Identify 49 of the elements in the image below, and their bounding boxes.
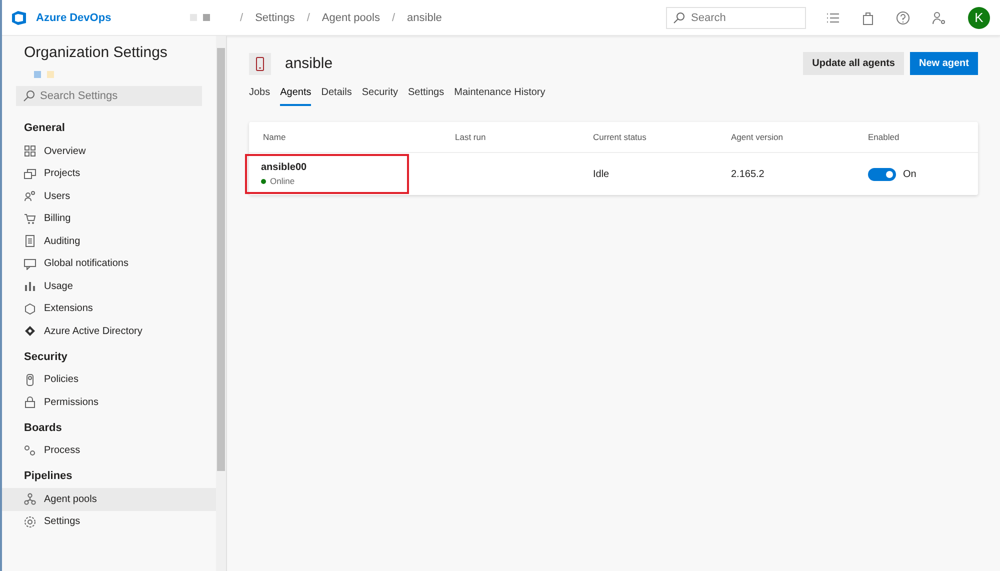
column-header: Current status bbox=[592, 132, 648, 142]
search-field[interactable]: Search Settings bbox=[16, 86, 202, 106]
tab[interactable]: Agents bbox=[280, 81, 312, 106]
agent-row[interactable]: ansible00 Online Idle 2.165.2 On bbox=[249, 152, 978, 195]
column-header: Name bbox=[262, 132, 287, 142]
breadcrumb-link[interactable]: ansible bbox=[407, 12, 442, 24]
new-agent-button[interactable]: New agent bbox=[910, 52, 978, 75]
nav-item[interactable]: Policies bbox=[2, 368, 216, 391]
tab[interactable]: Settings bbox=[408, 81, 444, 106]
nav-item[interactable]: Billing bbox=[2, 208, 216, 230]
nav-item[interactable]: Azure Active Directory bbox=[2, 320, 216, 342]
nav-item[interactable]: Users bbox=[2, 185, 216, 208]
breadcrumb-link[interactable]: Settings bbox=[255, 12, 295, 24]
nav-item[interactable]: Auditing bbox=[2, 230, 216, 252]
update-button[interactable]: Update all agents bbox=[803, 52, 904, 75]
tab[interactable]: Jobs bbox=[249, 81, 270, 106]
section-heading: Boards bbox=[23, 420, 63, 436]
tab[interactable]: Details bbox=[321, 81, 352, 106]
table-cell: 2.165.2 bbox=[731, 168, 764, 180]
column-header: Agent version bbox=[730, 132, 784, 142]
nav-item[interactable]: Usage bbox=[2, 275, 216, 298]
nav-item[interactable]: Projects bbox=[2, 162, 216, 185]
brand-name[interactable]: Azure DevOps bbox=[36, 12, 112, 24]
status-text: Online bbox=[270, 176, 295, 186]
nav-item[interactable]: Process bbox=[2, 440, 216, 462]
tab[interactable]: Maintenance History bbox=[454, 81, 546, 106]
column-header: Last run bbox=[454, 132, 487, 142]
breadcrumb-link[interactable]: Agent pools bbox=[322, 12, 380, 24]
nav-item[interactable]: Overview bbox=[2, 140, 216, 162]
nav-item[interactable]: Global notifications bbox=[2, 252, 216, 275]
breadcrumb-separator: / bbox=[392, 12, 396, 24]
section-heading: Pipelines bbox=[23, 469, 74, 484]
nav-item[interactable]: Extensions bbox=[2, 298, 216, 320]
breadcrumb-separator: / bbox=[240, 12, 244, 24]
agent-name[interactable]: ansible00 bbox=[261, 162, 407, 173]
section-heading: General bbox=[23, 121, 66, 136]
sidebar-title: Organization Settings bbox=[24, 44, 168, 61]
nav-item[interactable]: Permissions bbox=[2, 391, 216, 414]
page-title: ansible bbox=[285, 55, 334, 72]
nav-item[interactable]: Agent pools bbox=[2, 488, 216, 510]
tab[interactable]: Security bbox=[362, 81, 398, 106]
search-field[interactable]: Search bbox=[666, 6, 806, 28]
user-avatar[interactable]: K bbox=[968, 6, 990, 28]
table-cell: Idle bbox=[593, 168, 610, 180]
section-heading: Security bbox=[23, 350, 68, 364]
nav-item[interactable]: Settings bbox=[2, 510, 216, 533]
breadcrumb-separator: / bbox=[306, 12, 310, 24]
column-header: Enabled bbox=[867, 132, 900, 142]
toggle-label: On bbox=[903, 168, 916, 180]
